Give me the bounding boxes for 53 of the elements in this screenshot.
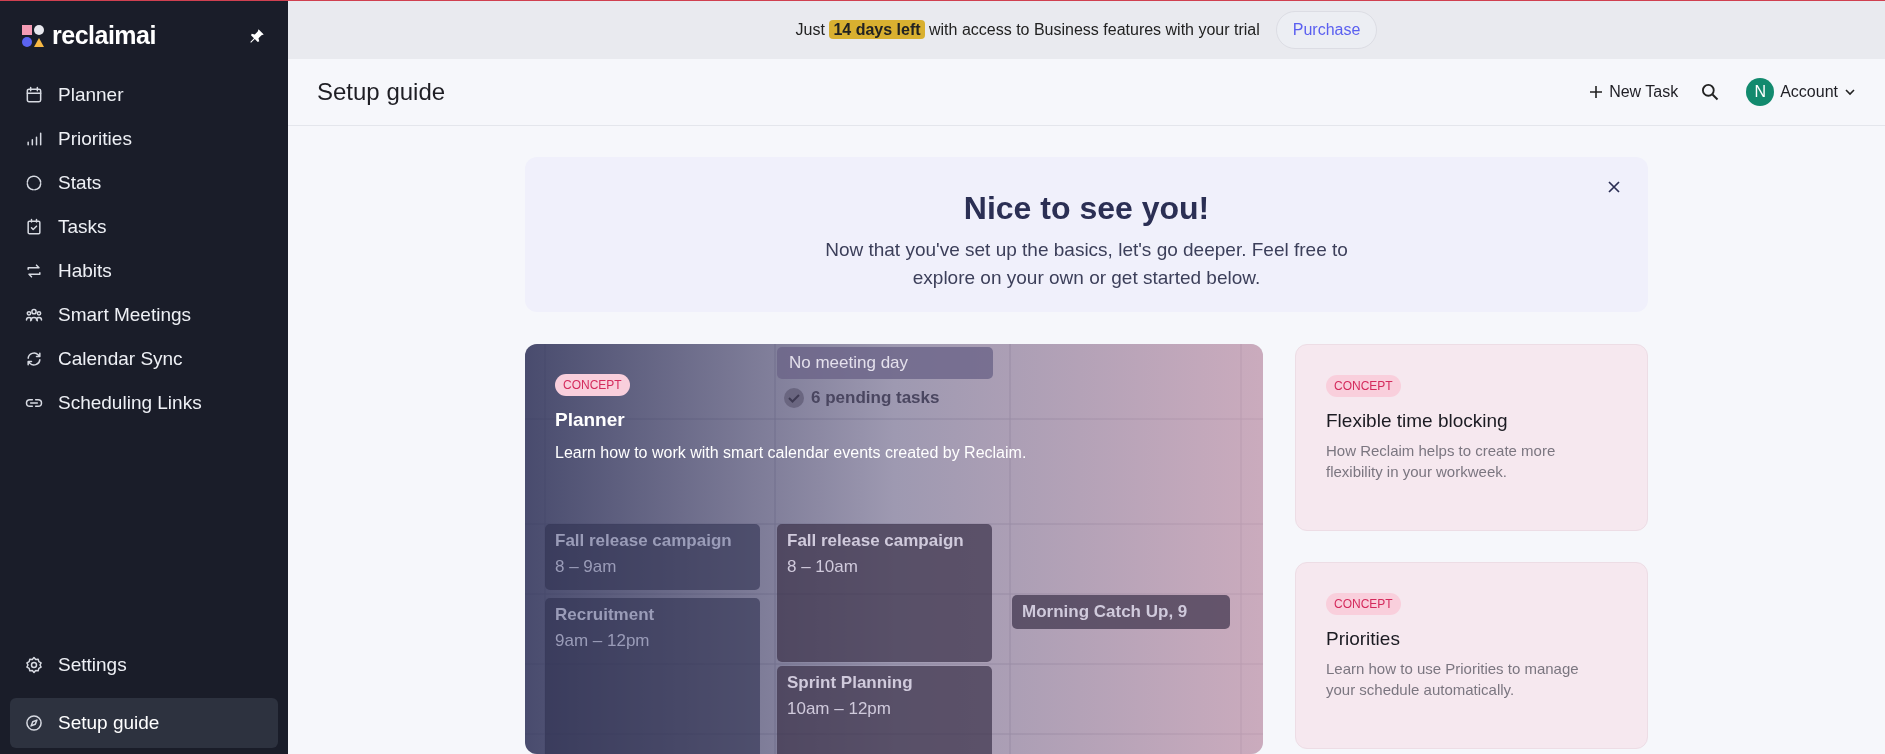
calendar-event: Fall release campaign 8 – 10am	[777, 524, 992, 662]
nav-item[interactable]: Calendar Sync	[10, 337, 278, 381]
nav-item[interactable]: Tasks	[10, 205, 278, 249]
concept-tag: CONCEPT	[1326, 593, 1401, 615]
search-icon[interactable]	[1700, 81, 1721, 102]
nav-item[interactable]: Priorities	[10, 117, 278, 161]
pending-tasks: 6 pending tasks	[783, 382, 940, 414]
bar-chart-icon	[24, 129, 44, 149]
trial-message: Just 14 days left with access to Business features with your trial	[795, 18, 1260, 41]
avatar: N	[1746, 77, 1775, 106]
page-title: Setup guide	[317, 76, 446, 107]
compass-icon	[24, 713, 44, 733]
brand-name: reclaimai	[52, 20, 156, 52]
plus-icon	[1589, 84, 1604, 99]
card-description: Learn how to use Priorities to manage your schedule automatically.	[1326, 658, 1580, 700]
new-task-button[interactable]: New Task	[1589, 79, 1679, 104]
checklist-icon	[24, 217, 44, 237]
purchase-button[interactable]: Purchase	[1275, 10, 1378, 49]
card-title: Priorities	[1326, 627, 1401, 651]
calendar-icon	[24, 85, 44, 105]
nav-item[interactable]: Setup guide	[10, 698, 278, 748]
welcome-title: Nice to see you!	[963, 189, 1210, 228]
logo-icon	[22, 25, 44, 47]
calendar-event: Morning Catch Up, 9	[1012, 595, 1230, 629]
calendar-event: Recruitment 9am – 12pm	[545, 598, 760, 754]
nav-item[interactable]: Smart Meetings	[10, 293, 278, 337]
ring-icon	[24, 173, 44, 193]
nav-item[interactable]: Stats	[10, 161, 278, 205]
concept-tag: CONCEPT	[555, 374, 630, 396]
calendar-event: Fall release campaign 8 – 9am	[545, 524, 760, 590]
close-icon	[1606, 179, 1622, 195]
account-menu[interactable]: N Account	[1746, 77, 1856, 106]
calendar-event: No meeting day	[777, 347, 993, 379]
pin-icon[interactable]	[248, 27, 266, 45]
settings-icon	[24, 655, 44, 675]
nav-item[interactable]: Scheduling Links	[10, 381, 278, 425]
repeat-icon	[24, 261, 44, 281]
concept-card[interactable]: CONCEPT Priorities Learn how to use Priorities to manage your schedule automatically.	[1295, 562, 1648, 749]
card-title: Planner	[555, 408, 626, 432]
nav-item[interactable]: Planner	[10, 73, 278, 117]
card-title: Flexible time blocking	[1326, 409, 1509, 433]
concept-tag: CONCEPT	[1326, 375, 1401, 397]
calendar-event: Sprint Planning 10am – 12pm	[777, 666, 992, 754]
card-description: How Reclaim helps to create more flexibility in your workweek.	[1326, 440, 1557, 482]
welcome-text: Now that you've set up the basics, let's go deeper. Feel free to explore on your own or get started below.	[824, 238, 1349, 290]
concept-card[interactable]: CONCEPT Flexible time blocking How Reclaim helps to create more flexibility in your workweek.	[1295, 344, 1648, 531]
card-description: Learn how to work with smart calendar events created by Reclaim.	[555, 442, 1028, 463]
close-button[interactable]	[1606, 179, 1622, 195]
planner-card[interactable]	[525, 344, 1263, 754]
check-circle-icon	[783, 387, 805, 409]
sync-icon	[24, 349, 44, 369]
nav-item[interactable]: Settings	[10, 640, 278, 690]
nav-item[interactable]: Habits	[10, 249, 278, 293]
